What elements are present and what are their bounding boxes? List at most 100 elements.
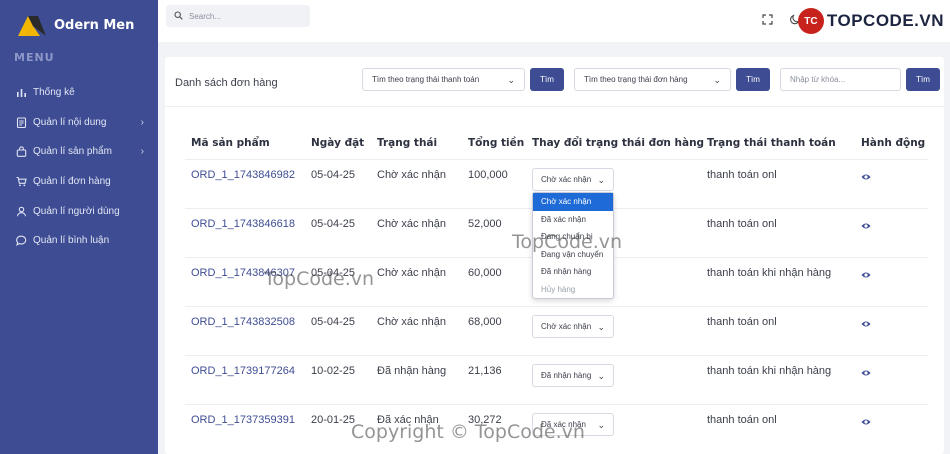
topcode-watermark-logo: TC TOPCODE.VN	[797, 8, 944, 34]
comment-icon	[16, 235, 27, 247]
payment-search-button[interactable]: Tìm	[530, 68, 564, 91]
order-status: Đã nhận hàng	[377, 365, 447, 377]
order-date: 05-04-25	[311, 267, 356, 279]
payment-status: thanh toán onl	[707, 414, 777, 426]
sidebar-nav: Thống kê Quản lí nội dung › Quản lí sản …	[0, 78, 158, 256]
order-date: 05-04-25	[311, 218, 356, 230]
chevron-down-icon: ⌄	[713, 75, 721, 85]
fullscreen-icon[interactable]	[762, 12, 773, 30]
sidebar-item-orders[interactable]: Quản lí đơn hàng	[0, 167, 158, 197]
orders-card: Danh sách đơn hàng Tìm theo trạng thái t…	[165, 57, 944, 454]
order-total: 100,000	[468, 169, 508, 181]
eye-icon[interactable]	[861, 316, 871, 327]
order-code-link[interactable]: ORD_1_1743846982	[191, 169, 295, 181]
search-icon	[174, 7, 183, 25]
topcode-badge-icon: TC	[797, 8, 824, 34]
order-status: Chờ xác nhận	[377, 169, 446, 181]
order-date: 10-02-25	[311, 365, 356, 377]
header-status: Trạng thái	[377, 137, 438, 149]
order-code-link[interactable]: ORD_1_1743846618	[191, 218, 295, 230]
payment-status: thanh toán khi nhận hàng	[707, 267, 832, 279]
order-code-link[interactable]: ORD_1_1739177264	[191, 365, 295, 377]
header-code: Mã sản phẩm	[191, 137, 270, 149]
search-placeholder: Search...	[189, 11, 222, 21]
order-search-button[interactable]: Tìm	[736, 68, 770, 91]
header-date: Ngày đặt	[311, 137, 365, 149]
status-dropdown-menu: Chờ xác nhận Đã xác nhận Đang chuẩn bị Đ…	[532, 192, 614, 299]
chevron-right-icon: ›	[140, 146, 144, 158]
brand[interactable]: Odern Men	[16, 12, 134, 38]
status-select-value: Chờ xác nhận	[541, 322, 592, 331]
row-divider	[185, 159, 928, 160]
page-title: Danh sách đơn hàng	[175, 77, 278, 89]
row-divider	[185, 306, 928, 307]
chevron-down-icon: ⌄	[595, 420, 605, 431]
sidebar-item-label: Thống kê	[33, 87, 75, 99]
sidebar-item-label: Quản lí sản phẩm	[33, 146, 112, 158]
status-select[interactable]: Đã xác nhận ⌄	[532, 413, 614, 436]
row-divider	[185, 404, 928, 405]
sidebar-item-products[interactable]: Quản lí sản phẩm ›	[0, 137, 158, 167]
eye-icon[interactable]	[861, 365, 871, 376]
dropdown-option[interactable]: Đã nhận hàng	[533, 263, 613, 281]
sidebar-item-statistics[interactable]: Thống kê	[0, 78, 158, 108]
sidebar-item-label: Quản lí đơn hàng	[33, 176, 111, 188]
order-status: Đã xác nhận	[377, 414, 439, 426]
chevron-right-icon: ›	[140, 116, 144, 128]
document-icon	[16, 117, 27, 128]
eye-icon[interactable]	[861, 267, 871, 278]
keyword-search-button[interactable]: Tìm	[906, 68, 940, 91]
topcode-watermark-text: TOPCODE.VN	[826, 11, 944, 30]
bag-icon	[16, 146, 27, 158]
payment-status: thanh toán onl	[707, 169, 777, 181]
sidebar-item-comments[interactable]: Quản lí bình luận	[0, 226, 158, 256]
order-date: 05-04-25	[311, 169, 356, 181]
dropdown-option[interactable]: Chờ xác nhận	[533, 193, 613, 211]
sidebar-item-content[interactable]: Quản lí nội dung ›	[0, 108, 158, 138]
order-status: Chờ xác nhận	[377, 267, 446, 279]
order-status: Chờ xác nhận	[377, 316, 446, 328]
sidebar-item-label: Quản lí bình luận	[33, 235, 110, 247]
brand-name: Odern Men	[54, 17, 135, 33]
chevron-down-icon: ⌄	[595, 175, 605, 186]
status-select[interactable]: Chờ xác nhận ⌄	[532, 168, 614, 191]
payment-status: thanh toán khi nhận hàng	[707, 365, 832, 377]
status-select[interactable]: Đã nhận hàng ⌄	[532, 364, 614, 387]
header-change-status: Thay đổi trạng thái đơn hàng	[532, 137, 705, 149]
logo-icon	[16, 12, 48, 38]
order-code-link[interactable]: ORD_1_1743846307	[191, 267, 295, 279]
status-select-value: Đã xác nhận	[541, 420, 586, 429]
cart-icon	[16, 176, 27, 187]
order-code-link[interactable]: ORD_1_1737359391	[191, 414, 295, 426]
dropdown-option: Hủy hàng	[541, 284, 576, 294]
eye-icon[interactable]	[861, 169, 871, 180]
eye-icon[interactable]	[861, 218, 871, 229]
order-status: Chờ xác nhận	[377, 218, 446, 230]
menu-title: MENU	[14, 51, 55, 64]
order-total: 21,136	[468, 365, 502, 377]
dropdown-option[interactable]: Đang vận chuyển	[533, 246, 613, 264]
user-icon	[16, 206, 27, 217]
order-status-filter-label: Tìm theo trạng thái đơn hàng	[584, 75, 688, 84]
order-date: 05-04-25	[311, 316, 356, 328]
status-select-value: Đã nhận hàng	[541, 371, 592, 380]
keyword-input[interactable]: Nhập từ khóa...	[780, 68, 901, 91]
order-status-filter[interactable]: Tìm theo trạng thái đơn hàng ⌄	[574, 68, 731, 91]
order-total: 52,000	[468, 218, 502, 230]
divider	[165, 106, 944, 107]
sidebar-item-label: Quản lí người dùng	[33, 205, 120, 217]
search-input[interactable]: Search...	[166, 5, 310, 27]
dropdown-option[interactable]: Đã xác nhận	[533, 211, 613, 229]
order-total: 68,000	[468, 316, 502, 328]
order-date: 20-01-25	[311, 414, 356, 426]
eye-icon[interactable]	[861, 414, 871, 425]
order-code-link[interactable]: ORD_1_1743832508	[191, 316, 295, 328]
sidebar-item-users[interactable]: Quản lí người dùng	[0, 196, 158, 226]
payment-status-filter[interactable]: Tìm theo trạng thái thanh toán ⌄	[362, 68, 525, 91]
status-select[interactable]: Chờ xác nhận ⌄	[532, 315, 614, 338]
dropdown-option[interactable]: Đang chuẩn bị	[533, 228, 613, 246]
status-select-value: Chờ xác nhận	[541, 175, 592, 184]
payment-status: thanh toán onl	[707, 218, 777, 230]
order-total: 30,272	[468, 414, 502, 426]
chevron-down-icon: ⌄	[595, 371, 605, 382]
